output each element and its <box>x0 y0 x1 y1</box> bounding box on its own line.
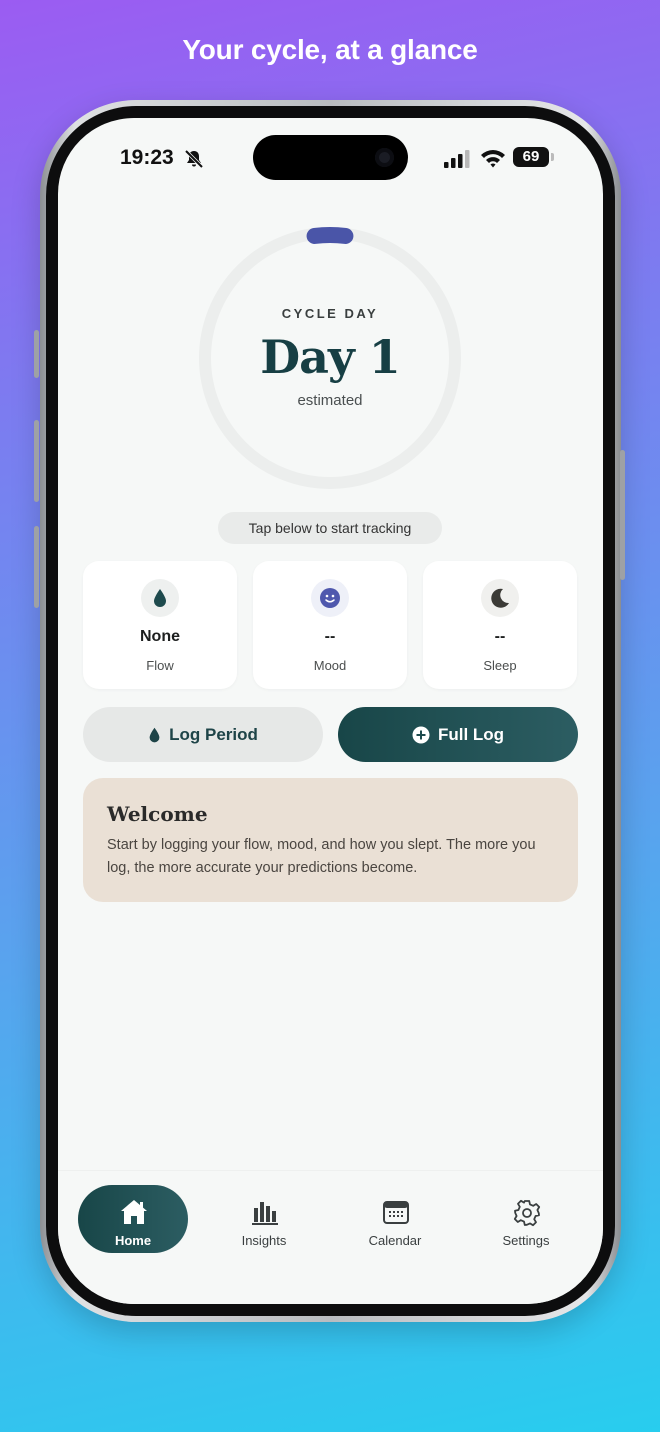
sleep-card[interactable]: -- Sleep <box>423 561 577 689</box>
dynamic-island <box>253 135 408 180</box>
tab-insights-label: Insights <box>241 1233 287 1248</box>
sleep-label: Sleep <box>483 658 517 673</box>
welcome-title: Welcome <box>107 802 208 826</box>
welcome-body: Start by logging your flow, mood, and ho… <box>107 837 536 876</box>
gear-icon <box>513 1199 541 1227</box>
status-time: 19:23 <box>120 146 174 169</box>
plus-circle-icon <box>412 726 430 743</box>
mood-label: Mood <box>313 658 347 673</box>
volume-down-button <box>34 526 39 608</box>
bell-slash-icon <box>184 149 204 169</box>
drop-icon <box>149 727 160 742</box>
bar-chart-icon <box>252 1202 278 1225</box>
tab-bar: Home Insights Calendar Settings <box>58 1170 603 1304</box>
flow-label: Flow <box>146 658 174 673</box>
log-period-button[interactable]: Log Period <box>83 707 323 762</box>
home-icon <box>121 1200 147 1224</box>
flow-value: None <box>140 628 180 645</box>
smile-icon <box>311 579 349 617</box>
drop-icon <box>141 579 179 617</box>
full-log-button[interactable]: Full Log <box>338 707 578 762</box>
tab-settings-label: Settings <box>502 1233 550 1248</box>
flow-card[interactable]: None Flow <box>83 561 237 689</box>
tab-insights[interactable]: Insights <box>209 1185 319 1253</box>
cycle-day-value: Day 1 <box>260 330 400 384</box>
cycle-summary: CYCLE DAY Day 1 estimated <box>198 226 462 490</box>
cycle-day-label: CYCLE DAY <box>281 306 379 321</box>
power-button <box>620 450 625 580</box>
volume-up-button <box>34 420 39 502</box>
full-log-label: Full Log <box>437 724 505 744</box>
log-period-label: Log Period <box>169 724 258 744</box>
moon-icon <box>481 579 519 617</box>
marketing-headline: Your cycle, at a glance <box>182 34 478 65</box>
calendar-icon <box>383 1201 409 1224</box>
battery-icon: 69 <box>513 147 549 167</box>
tab-calendar-label: Calendar <box>368 1233 422 1248</box>
mood-value: -- <box>324 628 336 645</box>
action-button <box>34 330 39 378</box>
welcome-card: Welcome Start by logging your flow, mood… <box>83 778 578 902</box>
estimated-label: estimated <box>297 392 363 409</box>
wifi-icon <box>481 150 505 168</box>
tab-calendar[interactable]: Calendar <box>340 1185 450 1253</box>
tab-home-label: Home <box>114 1233 152 1248</box>
sleep-value: -- <box>494 628 506 645</box>
signal-icon <box>444 150 470 168</box>
tab-home[interactable]: Home <box>78 1185 188 1253</box>
app-screen: 19:23 69 CYCLE DAY Day 1 estimated Tap b… <box>58 118 603 1304</box>
tracking-tip: Tap below to start tracking <box>218 512 442 544</box>
tab-settings[interactable]: Settings <box>471 1185 581 1253</box>
mood-card[interactable]: -- Mood <box>253 561 407 689</box>
